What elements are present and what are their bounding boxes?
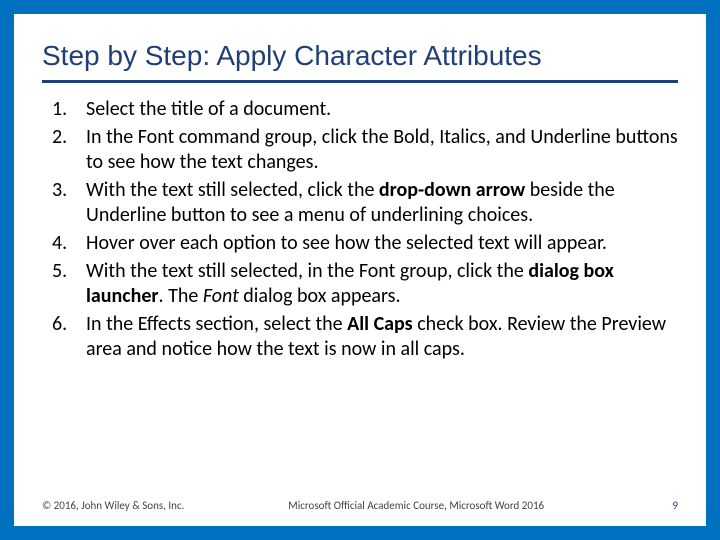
slide-body: Select the title of a document. In the F… xyxy=(42,97,678,491)
list-item: Select the title of a document. xyxy=(42,97,678,123)
bold-text: All Caps xyxy=(347,312,417,336)
italic-text: Font xyxy=(203,284,239,308)
footer-copyright: © 2016, John Wiley & Sons, Inc. xyxy=(42,499,184,512)
step-text: Hover over each option to see how the se… xyxy=(86,231,607,255)
step-text: Select the title of a document. xyxy=(86,97,331,121)
list-item: In the Effects section, select the All C… xyxy=(42,312,678,363)
list-item: With the text still selected, click the … xyxy=(42,178,678,229)
bold-text: drop-down arrow xyxy=(379,178,525,202)
steps-list: Select the title of a document. In the F… xyxy=(42,97,678,363)
footer-course: Microsoft Official Academic Course, Micr… xyxy=(184,499,648,512)
step-text: dialog box appears. xyxy=(239,284,401,308)
page-number: 9 xyxy=(648,499,678,512)
step-text: With the text still selected, click the xyxy=(86,178,379,202)
step-text: With the text still selected, in the Fon… xyxy=(86,259,528,283)
list-item: With the text still selected, in the Fon… xyxy=(42,259,678,310)
slide: Step by Step: Apply Character Attributes… xyxy=(14,14,706,526)
slide-title: Step by Step: Apply Character Attributes xyxy=(42,40,678,83)
step-text: In the Effects section, select the xyxy=(86,312,347,336)
list-item: Hover over each option to see how the se… xyxy=(42,231,678,257)
step-text: . The xyxy=(159,284,203,308)
step-text: In the Font command group, click the Bol… xyxy=(86,125,678,175)
footer: © 2016, John Wiley & Sons, Inc. Microsof… xyxy=(42,491,678,512)
list-item: In the Font command group, click the Bol… xyxy=(42,125,678,176)
